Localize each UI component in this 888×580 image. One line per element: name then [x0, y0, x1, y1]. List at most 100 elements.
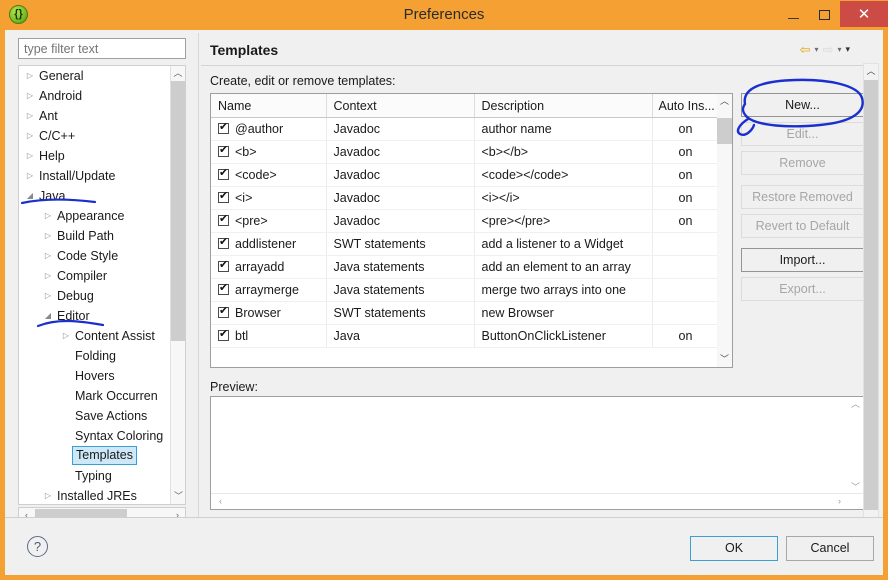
- sidebar-item-save-actions[interactable]: Save Actions: [19, 406, 185, 426]
- page-vertical-scrollbar[interactable]: ︿ ﹀: [863, 63, 879, 544]
- scroll-thumb[interactable]: [171, 81, 185, 341]
- scroll-down-icon[interactable]: ﹀: [171, 489, 185, 504]
- column-header[interactable]: Description: [474, 94, 653, 118]
- table-row[interactable]: <pre> Javadoc<pre></pre>on: [211, 209, 720, 233]
- templates-table-container[interactable]: NameContextDescriptionAuto Ins... @autho…: [210, 93, 733, 368]
- row-checkbox[interactable]: [218, 212, 229, 226]
- chevron-right-icon[interactable]: ▷: [25, 146, 35, 166]
- chevron-right-icon[interactable]: ▷: [43, 486, 53, 504]
- sidebar-item-typing[interactable]: Typing: [19, 466, 185, 486]
- row-checkbox[interactable]: [218, 166, 229, 180]
- ok-button[interactable]: OK: [690, 536, 778, 561]
- table-row[interactable]: arraymerge Java statementsmerge two array…: [211, 278, 720, 302]
- table-row[interactable]: <i> Javadoc<i></i>on: [211, 186, 720, 210]
- close-button[interactable]: ✕: [840, 1, 888, 27]
- remove-button[interactable]: Remove: [741, 151, 864, 175]
- table-scroll-thumb[interactable]: [717, 118, 732, 144]
- sidebar-item-content-assist[interactable]: ▷ Content Assist: [19, 326, 185, 346]
- preview-scroll-left-icon[interactable]: ‹: [213, 494, 228, 509]
- row-checkbox[interactable]: [218, 189, 229, 203]
- sidebar-item-hovers[interactable]: Hovers: [19, 366, 185, 386]
- table-scroll-down-icon[interactable]: ﹀: [717, 352, 732, 367]
- chevron-right-icon[interactable]: ▷: [43, 266, 53, 286]
- sidebar-item-syntax-coloring[interactable]: Syntax Coloring: [19, 426, 185, 446]
- back-arrow-icon[interactable]: ⇦: [800, 43, 811, 56]
- chevron-right-icon[interactable]: ▷: [61, 326, 71, 346]
- row-checkbox[interactable]: [218, 327, 229, 341]
- chevron-right-icon[interactable]: ▷: [43, 226, 53, 246]
- chevron-down-icon[interactable]: ◢: [25, 186, 35, 206]
- chevron-right-icon[interactable]: ▷: [43, 246, 53, 266]
- maximize-button[interactable]: [809, 0, 840, 30]
- table-row[interactable]: <code> Javadoc<code></code>on: [211, 163, 720, 187]
- page-scroll-up-icon[interactable]: ︿: [864, 64, 878, 79]
- preview-area[interactable]: ︿ ﹀ ‹ ›: [210, 396, 864, 510]
- preview-vertical-scrollbar[interactable]: ︿ ﹀: [848, 397, 863, 495]
- page-menu-caret-icon[interactable]: ▾: [845, 44, 850, 55]
- minimize-button[interactable]: [778, 0, 809, 30]
- sidebar-item-android[interactable]: ▷ Android: [19, 86, 185, 106]
- row-checkbox[interactable]: [218, 258, 229, 272]
- filter-input[interactable]: [18, 38, 186, 59]
- restore-removed-button[interactable]: Restore Removed: [741, 185, 864, 209]
- import-button[interactable]: Import...: [741, 248, 864, 272]
- preferences-tree[interactable]: ▷ General ▷ Android ▷ Ant ▷ C/C++ ▷ Help ▷ Install/…: [18, 65, 186, 505]
- row-checkbox[interactable]: [218, 304, 229, 318]
- sidebar-item-debug[interactable]: ▷ Debug: [19, 286, 185, 306]
- table-row[interactable]: btl JavaButtonOnClickListeneron: [211, 324, 720, 348]
- chevron-right-icon[interactable]: ▷: [25, 166, 35, 186]
- sidebar-item-c-c[interactable]: ▷ C/C++: [19, 126, 185, 146]
- preview-scroll-right-icon[interactable]: ›: [832, 494, 847, 509]
- revert-to-default-button[interactable]: Revert to Default: [741, 214, 864, 238]
- sidebar-item-editor[interactable]: ◢ Editor: [19, 306, 185, 326]
- preview-horizontal-scrollbar[interactable]: ‹ ›: [211, 493, 863, 509]
- new-button[interactable]: New...: [741, 93, 864, 117]
- table-row[interactable]: arrayadd Java statementsadd an element to…: [211, 255, 720, 279]
- sidebar-item-code-style[interactable]: ▷ Code Style: [19, 246, 185, 266]
- help-icon[interactable]: ?: [27, 536, 48, 557]
- row-checkbox[interactable]: [218, 235, 229, 249]
- sidebar-item-installed-jres[interactable]: ▷ Installed JREs: [19, 486, 185, 504]
- forward-arrow-icon[interactable]: ⇨: [823, 43, 834, 56]
- table-row[interactable]: @author Javadocauthor nameon: [211, 117, 720, 141]
- chevron-right-icon[interactable]: ▷: [25, 126, 35, 146]
- chevron-right-icon[interactable]: ▷: [25, 86, 35, 106]
- sidebar-item-general[interactable]: ▷ General: [19, 66, 185, 86]
- forward-dropdown-caret-icon[interactable]: ▾: [837, 45, 841, 54]
- table-row[interactable]: <b> Javadoc<b></b>on: [211, 140, 720, 164]
- sidebar-item-java[interactable]: ◢ Java: [19, 186, 185, 206]
- page-scroll-thumb[interactable]: [864, 80, 878, 510]
- tree-vertical-scrollbar[interactable]: ︿ ﹀: [170, 66, 185, 504]
- sidebar-item-help[interactable]: ▷ Help: [19, 146, 185, 166]
- table-scroll-up-icon[interactable]: ︿: [717, 94, 732, 109]
- cancel-button[interactable]: Cancel: [786, 536, 874, 561]
- column-header[interactable]: Auto Ins...: [652, 94, 720, 118]
- scroll-up-icon[interactable]: ︿: [171, 66, 185, 81]
- back-dropdown-caret-icon[interactable]: ▾: [815, 45, 819, 54]
- sidebar-item-appearance[interactable]: ▷ Appearance: [19, 206, 185, 226]
- chevron-right-icon[interactable]: ▷: [25, 106, 35, 126]
- table-row[interactable]: Browser SWT statementsnew Browser: [211, 301, 720, 325]
- row-checkbox[interactable]: [218, 281, 229, 295]
- chevron-down-icon[interactable]: ◢: [43, 306, 53, 326]
- row-checkbox[interactable]: [218, 120, 229, 134]
- table-vertical-scrollbar[interactable]: ︿ ﹀: [717, 94, 732, 367]
- column-header[interactable]: Name: [211, 94, 327, 118]
- sidebar-item-mark-occurren[interactable]: Mark Occurren: [19, 386, 185, 406]
- sidebar-item-install-update[interactable]: ▷ Install/Update: [19, 166, 185, 186]
- chevron-right-icon[interactable]: ▷: [43, 286, 53, 306]
- export-button[interactable]: Export...: [741, 277, 864, 301]
- sidebar-item-label: General: [39, 69, 84, 83]
- edit-button[interactable]: Edit...: [741, 122, 864, 146]
- column-header[interactable]: Context: [326, 94, 475, 118]
- sidebar-item-compiler[interactable]: ▷ Compiler: [19, 266, 185, 286]
- table-row[interactable]: addlistener SWT statementsadd a listener …: [211, 232, 720, 256]
- chevron-right-icon[interactable]: ▷: [43, 206, 53, 226]
- sidebar-item-build-path[interactable]: ▷ Build Path: [19, 226, 185, 246]
- preview-scroll-up-icon[interactable]: ︿: [848, 397, 863, 412]
- sidebar-item-ant[interactable]: ▷ Ant: [19, 106, 185, 126]
- row-checkbox[interactable]: [218, 143, 229, 157]
- sidebar-item-folding[interactable]: Folding: [19, 346, 185, 366]
- sidebar-item-templates[interactable]: Templates: [19, 446, 185, 466]
- chevron-right-icon[interactable]: ▷: [25, 66, 35, 86]
